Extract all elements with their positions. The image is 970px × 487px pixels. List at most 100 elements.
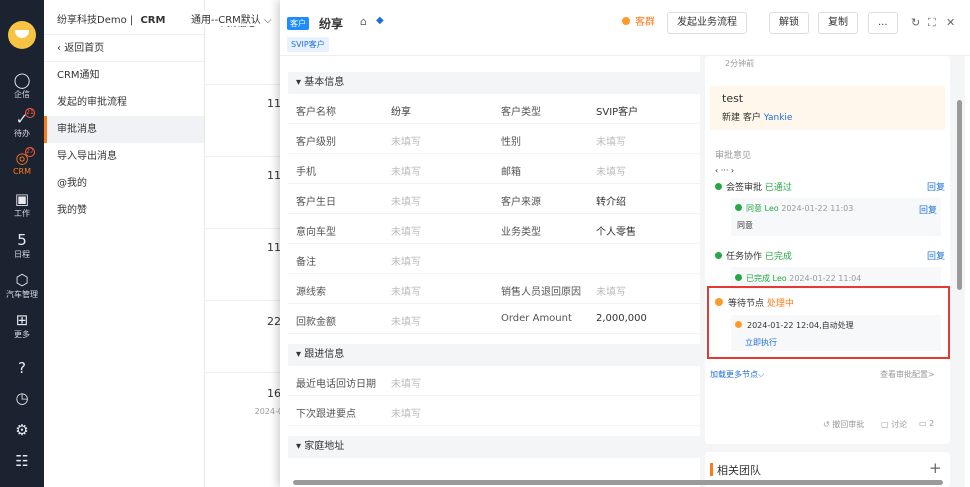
crm-icon: ◎ — [15, 149, 29, 167]
section-follow-up[interactable]: ▾ 跟进信息 — [288, 344, 700, 366]
start-flow-button[interactable]: 发起业务流程 — [667, 12, 747, 34]
collapse-toggle[interactable]: ‹ ··· › — [715, 166, 734, 175]
view-select[interactable]: 通用--CRM默认 ⌵ — [191, 11, 276, 26]
comment-author: 已完成 Leo — [746, 274, 787, 283]
detail-form: ▾ 基本信息 客户名称 纷享 客户类型 SVIP客户 客户级别 未填写 性别 未填… — [288, 56, 700, 487]
lock-icon[interactable]: ⌂ — [360, 15, 367, 28]
list-item-value: 16 — [267, 387, 281, 400]
nav-item-crm-notice[interactable]: CRM通知 — [44, 62, 204, 89]
section-basic-info[interactable]: ▾ 基本信息 — [288, 72, 700, 94]
comment-box: 同意 Leo 2024-01-22 11:03 回复 同意 — [731, 198, 941, 236]
tag-icon[interactable]: ◆ — [376, 15, 384, 26]
list-item[interactable]: 11 — [205, 84, 285, 156]
customer-group-button[interactable]: 客群 — [612, 12, 665, 34]
field-value[interactable]: 2,000,000 — [596, 313, 647, 324]
withdraw-button[interactable]: ↺ 撤回审批 — [823, 419, 864, 430]
field-row: 客户名称 纷享 客户类型 SVIP客户 — [288, 94, 700, 124]
field-label: Order Amount — [501, 313, 572, 324]
rail-item-crm[interactable]: ◎ 27 CRM — [0, 147, 44, 176]
nav-item-approval-flow[interactable]: 发起的审批流程 — [44, 89, 204, 116]
close-icon[interactable]: ✕ — [946, 16, 955, 29]
field-label: 最近电话回访日期 — [296, 379, 376, 390]
horizontal-scrollbar[interactable] — [293, 480, 943, 485]
load-more-link[interactable]: 加载更多节点⌵ — [710, 369, 764, 380]
comment-header: 已完成 Leo 2024-01-22 11:04 — [735, 273, 861, 284]
execute-now-link[interactable]: 立即执行 — [745, 337, 777, 348]
note-body: 新建 客户 Yankie — [722, 110, 792, 123]
history-button[interactable]: ◷ — [0, 389, 44, 407]
rail-item-calendar[interactable]: 5 日程 — [0, 231, 44, 260]
nav-item-approval-msg[interactable]: 审批消息 — [44, 116, 204, 143]
node-name: 会签审批 — [726, 183, 763, 193]
rail-label: 工作 — [14, 209, 30, 218]
field-value[interactable]: 未填写 — [391, 405, 421, 420]
list-item[interactable]: 11 — [205, 156, 285, 228]
reply-link[interactable]: 回复 — [927, 249, 945, 262]
field-value[interactable]: 未填写 — [391, 133, 421, 148]
list-item[interactable]: 11 — [205, 228, 285, 300]
unlock-button[interactable]: 解锁 — [769, 12, 809, 34]
pending-icon — [735, 321, 742, 328]
nav-item-import-export[interactable]: 导入导出消息 — [44, 143, 204, 170]
rail-item-messages[interactable]: ◯ 企信 — [0, 71, 44, 100]
user-avatar[interactable] — [8, 21, 36, 49]
back-home-link[interactable]: ‹ 返回首页 — [44, 34, 204, 62]
clock-icon: ◷ — [15, 389, 29, 407]
field-value[interactable]: 未填写 — [391, 163, 421, 178]
approval-card: 2分钟前 test 新建 客户 Yankie 审批意见 ‹ ··· › 会签审批… — [705, 56, 950, 444]
field-value[interactable]: 未填写 — [596, 283, 626, 298]
list-item[interactable]: 22 — [205, 300, 285, 372]
field-value[interactable]: 未填写 — [391, 193, 421, 208]
field-value[interactable]: 未填写 — [391, 283, 421, 298]
field-value[interactable]: 未填写 — [391, 313, 421, 328]
comment-reply-link[interactable]: 回复 — [919, 203, 937, 216]
rail-item-more[interactable]: ⊞ 更多 — [0, 311, 44, 340]
contacts-button[interactable]: ☷ — [0, 452, 44, 470]
nav-item-at-me[interactable]: @我的 — [44, 170, 204, 197]
field-value[interactable]: 未填写 — [596, 163, 626, 178]
copy-button[interactable]: 复制 — [818, 12, 858, 34]
comment-author: 同意 Leo — [746, 204, 779, 213]
settings-button[interactable]: ⚙ — [0, 421, 44, 439]
rail-label: 企信 — [14, 90, 30, 99]
field-value[interactable]: 个人零售 — [596, 223, 636, 238]
help-button[interactable]: ? — [0, 359, 44, 377]
field-value[interactable]: 未填写 — [391, 375, 421, 390]
add-member-icon[interactable]: + — [929, 459, 942, 477]
rail-item-car[interactable]: ⬡ 汽车管理 — [0, 271, 44, 300]
section-title: 基本信息 — [304, 77, 345, 88]
comment-count-button[interactable]: ▭ 2 — [919, 419, 934, 428]
list-item-value: 11 — [267, 97, 281, 110]
vertical-scrollbar[interactable] — [957, 100, 962, 290]
action-label: 撤回审批 — [832, 420, 865, 429]
field-label: 回款金额 — [296, 317, 336, 328]
field-value[interactable]: SVIP客户 — [596, 103, 638, 118]
view-config-link[interactable]: 查看审批配置> — [880, 369, 935, 380]
field-value[interactable]: 未填写 — [391, 253, 421, 268]
car-icon: ⬡ — [15, 271, 29, 289]
field-row: 源线索 未填写 销售人员退回原因 未填写 — [288, 274, 700, 304]
field-value[interactable]: 未填写 — [596, 133, 626, 148]
list-item[interactable]: 16 2024-0 — [205, 372, 285, 444]
reply-link[interactable]: 回复 — [927, 180, 945, 193]
crm-nav: 纷享科技Demo | CRM ‹ 返回首页 CRM通知 发起的审批流程 审批消息… — [44, 0, 205, 487]
nav-item-likes[interactable]: 我的赞 — [44, 197, 204, 224]
rail-item-todo[interactable]: ✓ 21 待办 — [0, 108, 44, 139]
rail-item-work[interactable]: ▣ 工作 — [0, 190, 44, 219]
more-button[interactable]: ... — [868, 12, 898, 34]
field-row: 客户生日 未填写 客户来源 转介绍 — [288, 184, 700, 214]
field-value[interactable]: 未填写 — [391, 223, 421, 238]
comment-header: 同意 Leo 2024-01-22 11:03 — [735, 203, 853, 214]
customer-detail-drawer: 客户 纷享 ⌂ ◆ SVIP客户 客群 发起业务流程 解锁 复制 ... ↻ ⛶… — [280, 0, 970, 487]
refresh-icon[interactable]: ↻ — [911, 16, 920, 29]
field-label: 备注 — [296, 257, 316, 268]
feed-note: test 新建 客户 Yankie — [710, 86, 945, 130]
section-home-address[interactable]: ▾ 家庭地址 — [288, 436, 700, 458]
field-label: 源线索 — [296, 287, 326, 298]
expand-icon[interactable]: ⛶ — [928, 16, 936, 30]
field-value[interactable]: 转介绍 — [596, 193, 626, 208]
field-label: 意向车型 — [296, 227, 336, 238]
field-value[interactable]: 纷享 — [391, 103, 411, 118]
discuss-button[interactable]: ▢ 讨论 — [881, 419, 907, 430]
note-user-link[interactable]: Yankie — [764, 113, 793, 123]
